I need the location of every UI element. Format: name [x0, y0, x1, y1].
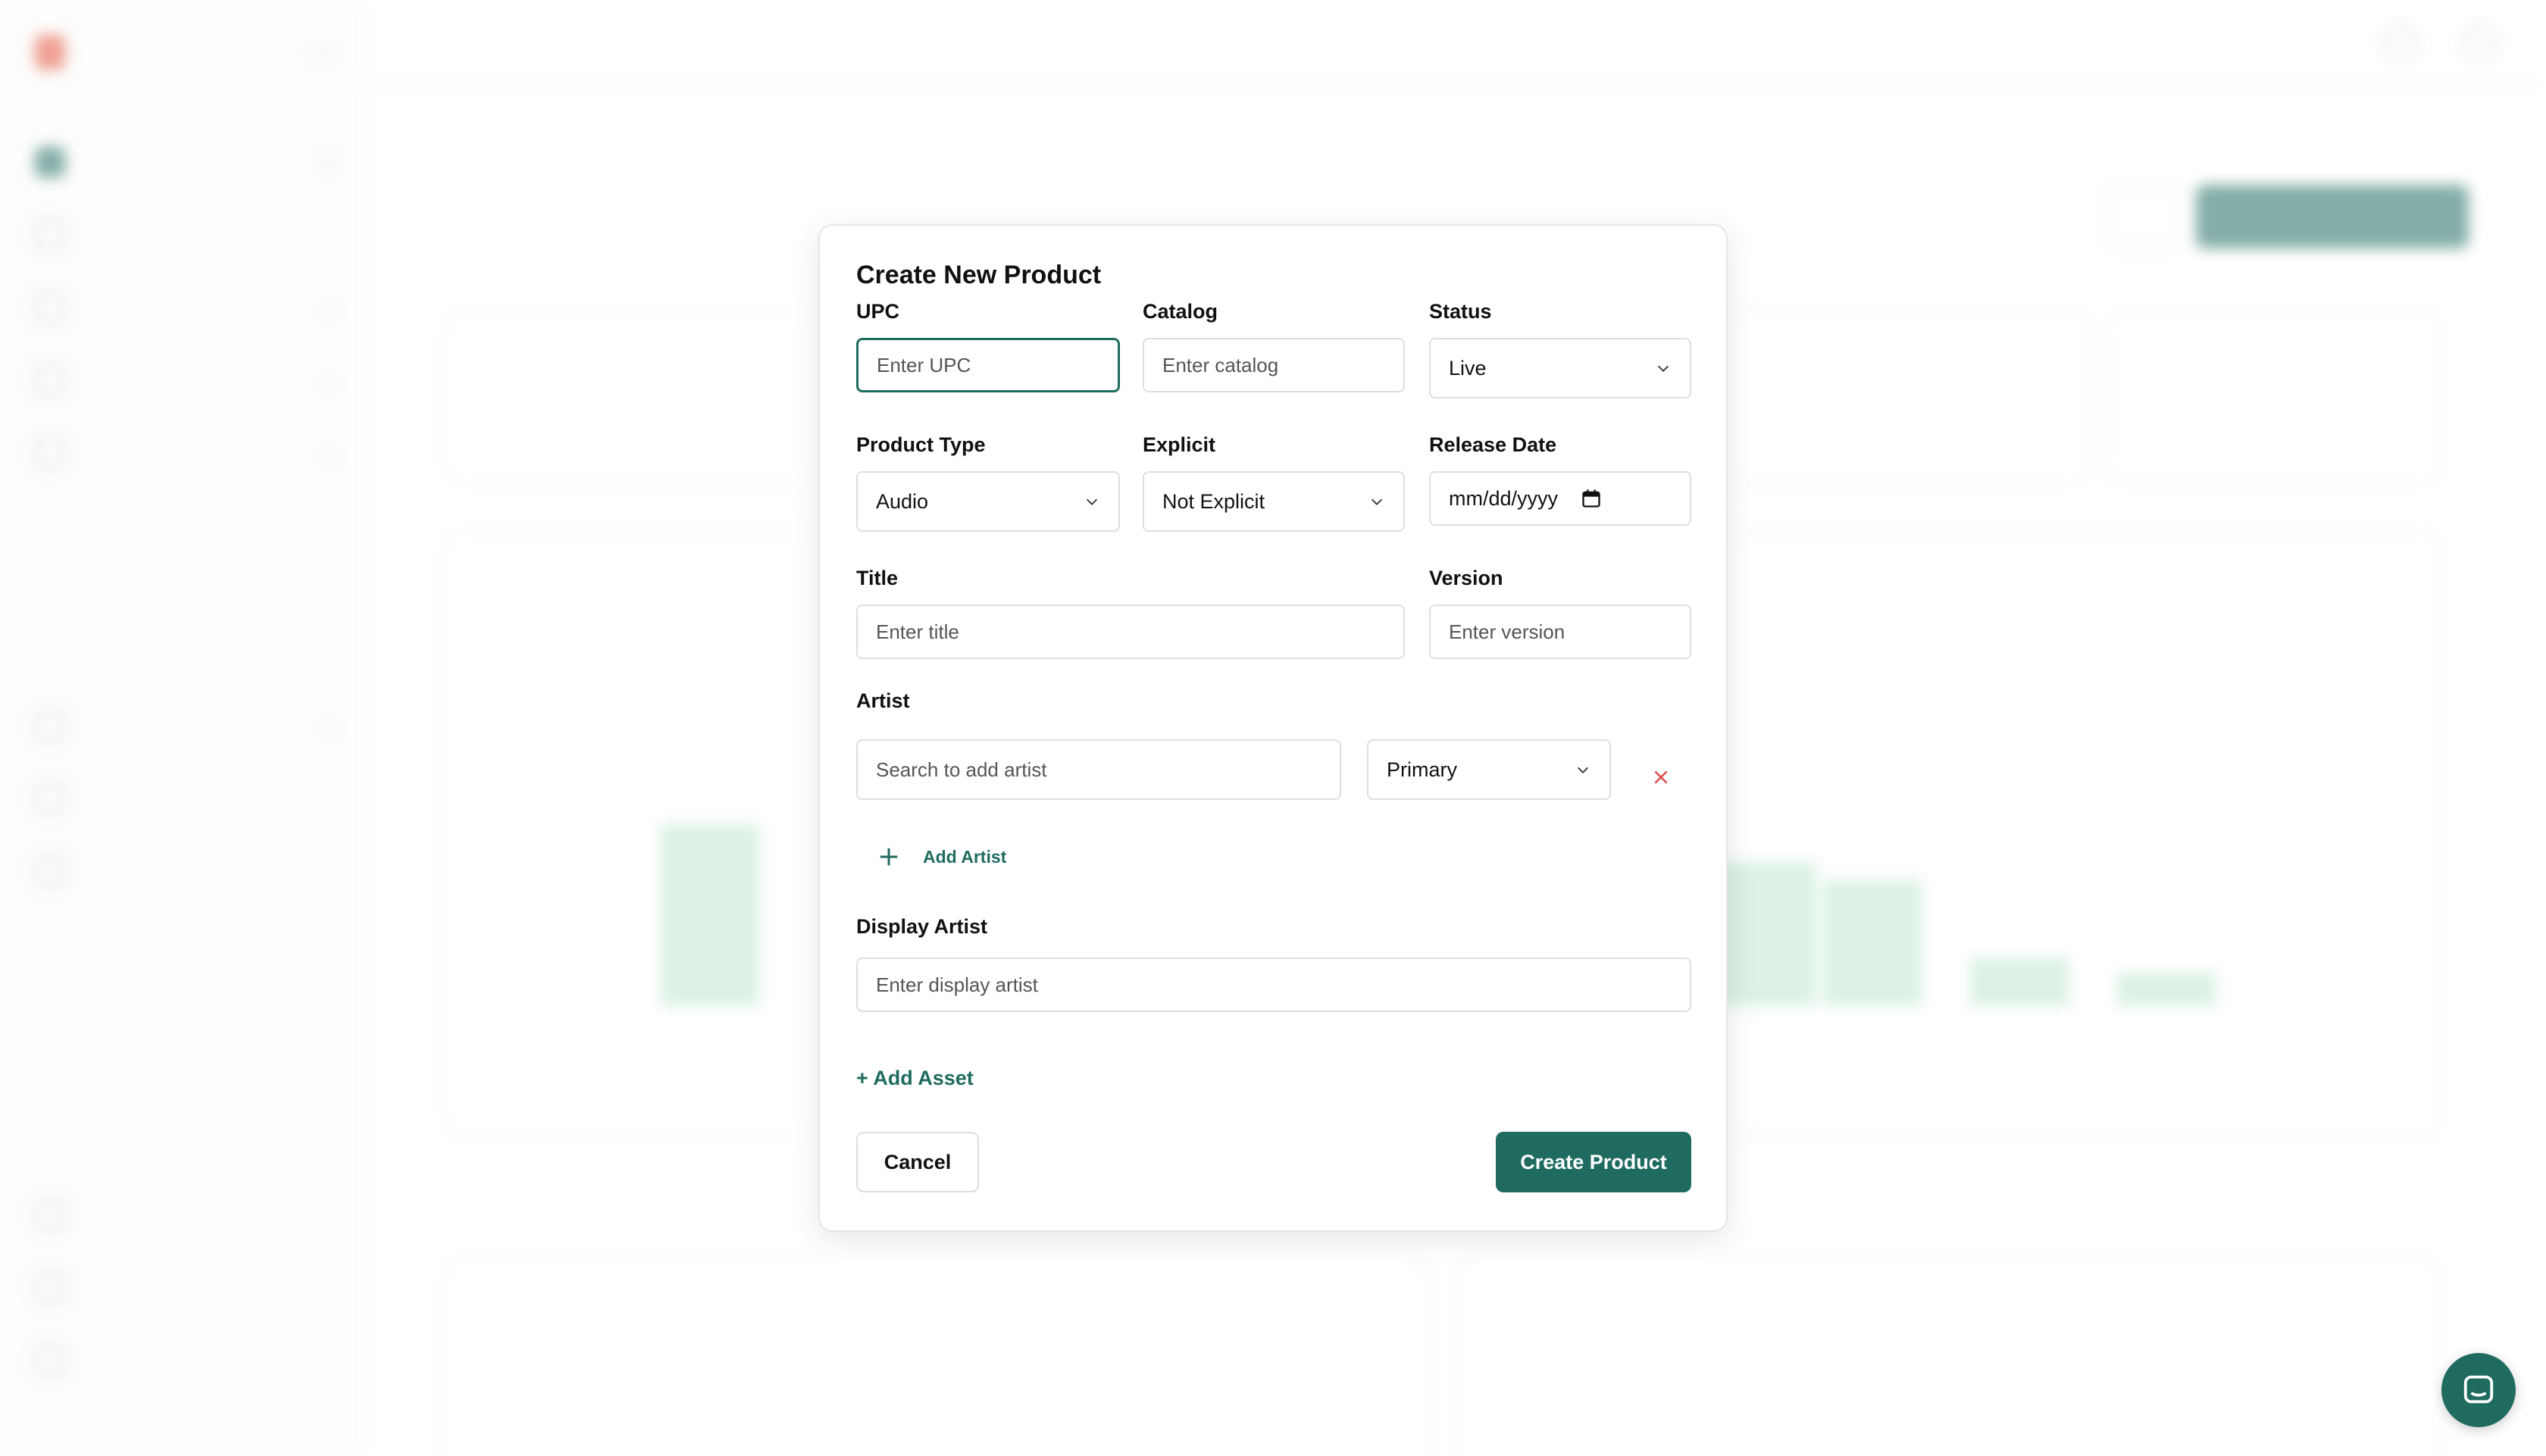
- chart-bar: [1717, 862, 1816, 1006]
- sidebar-item: [35, 835, 338, 908]
- chevron-icon: ⌄: [322, 442, 338, 464]
- artist-search-input[interactable]: [856, 739, 1341, 800]
- artist-role-select[interactable]: Primary: [1367, 739, 1611, 800]
- secondary-button: [2108, 185, 2181, 248]
- close-icon: [1654, 770, 1668, 784]
- product-type-select[interactable]: Audio: [856, 471, 1120, 532]
- artist-role-value: Primary: [1387, 758, 1457, 781]
- add-asset-link[interactable]: + Add Asset: [856, 1067, 974, 1090]
- chevron-icon: ⌄: [322, 297, 338, 318]
- sidebar-subitem: [35, 556, 338, 623]
- release-date-value: mm/dd/yyyy: [1449, 486, 1559, 510]
- nav-icon: [35, 292, 65, 323]
- sidebar-item: [35, 1179, 338, 1251]
- chevron-down-icon: [1577, 767, 1589, 773]
- catalog-input[interactable]: [1143, 338, 1405, 392]
- create-product-button[interactable]: Create Product: [1496, 1132, 1691, 1192]
- chart-bar: [1970, 958, 2069, 1006]
- sidebar-item: [35, 1324, 338, 1397]
- sidebar-nav: ⋮ ⌄ ⌄ ⌄ ⌄: [35, 126, 338, 908]
- avatar: [2463, 26, 2496, 59]
- chart-bar: [1823, 880, 1922, 1006]
- create-product-modal: Create New Product UPC Catalog Status Li…: [818, 224, 1728, 1232]
- cancel-button[interactable]: Cancel: [856, 1132, 979, 1192]
- status-label: Status: [1429, 300, 1492, 323]
- leaderboard-card: [443, 1258, 1431, 1456]
- sidebar-bottom-nav: [35, 1179, 338, 1397]
- chevron-icon: ⌄: [322, 715, 338, 736]
- nav-icon: [35, 365, 65, 395]
- upc-input[interactable]: [856, 338, 1120, 392]
- status-select[interactable]: Live: [1429, 338, 1691, 398]
- chevron-icon: ⋮: [320, 152, 338, 173]
- display-artist-input[interactable]: [856, 958, 1691, 1012]
- sidebar-item: ⌄: [35, 689, 338, 762]
- explicit-label: Explicit: [1143, 433, 1216, 456]
- plus-icon: [880, 848, 898, 866]
- stat-card: [443, 311, 821, 485]
- version-input[interactable]: [1429, 605, 1691, 659]
- leaderboard-card: [1455, 1258, 2443, 1456]
- release-date-input[interactable]: mm/dd/yyyy: [1429, 471, 1691, 526]
- chart-bar: [2117, 973, 2216, 1006]
- collapse-icon: ‹ ›: [312, 41, 331, 64]
- release-date-label: Release Date: [1429, 433, 1557, 456]
- sidebar-item: [35, 1251, 338, 1324]
- nav-icon: [35, 1345, 65, 1376]
- product-type-label: Product Type: [856, 433, 986, 456]
- display-artist-label: Display Artist: [856, 915, 988, 938]
- catalog-label: Catalog: [1143, 300, 1218, 323]
- topbar: [364, 0, 2546, 83]
- chevron-down-icon: [1086, 498, 1098, 505]
- nav-icon: [35, 1273, 65, 1303]
- stat-card: [2105, 311, 2443, 485]
- modal-title: Create New Product: [856, 261, 1102, 289]
- sidebar-item: [35, 762, 338, 835]
- nav-icon: [35, 783, 65, 814]
- chat-launcher-button[interactable]: [2441, 1353, 2516, 1427]
- stat-card: [1711, 311, 2090, 485]
- sidebar-item: ⌄: [35, 344, 338, 417]
- add-artist-button[interactable]: Add Artist: [877, 845, 1006, 868]
- status-value: Live: [1449, 356, 1487, 380]
- chevron-down-icon: [1371, 498, 1383, 505]
- version-label: Version: [1429, 567, 1503, 589]
- sidebar-subitem: [35, 623, 338, 689]
- nav-icon: [35, 856, 65, 886]
- chat-icon: [2463, 1375, 2494, 1404]
- upc-label: UPC: [856, 300, 900, 323]
- sidebar-item: ⌄: [35, 271, 338, 344]
- title-input[interactable]: [856, 605, 1405, 659]
- chevron-down-icon: [1657, 365, 1669, 372]
- nav-icon: [35, 220, 65, 250]
- sidebar-item: ⋮: [35, 126, 338, 198]
- artist-label: Artist: [856, 689, 910, 712]
- chevron-icon: ⌄: [322, 370, 338, 391]
- add-artist-label: Add Artist: [923, 846, 1007, 867]
- explicit-select[interactable]: Not Explicit: [1143, 471, 1405, 532]
- nav-icon: [35, 711, 65, 741]
- nav-icon: [35, 1200, 65, 1230]
- import-button: [2196, 185, 2469, 248]
- sidebar-subitem: [35, 489, 338, 556]
- theme-icon: [2384, 26, 2417, 59]
- nav-icon: [35, 438, 65, 468]
- product-type-value: Audio: [876, 489, 929, 513]
- chart-bar: [661, 824, 759, 1006]
- calendar-icon[interactable]: [1581, 488, 1602, 509]
- brand-logo: [35, 35, 65, 70]
- nav-icon: [35, 147, 65, 177]
- brand: [35, 35, 85, 70]
- sidebar-item: ⌄: [35, 417, 338, 489]
- sidebar-item: [35, 198, 338, 271]
- sidebar: ‹ › ⋮ ⌄ ⌄ ⌄ ⌄: [0, 0, 364, 1456]
- explicit-value: Not Explicit: [1162, 489, 1265, 513]
- remove-artist-button[interactable]: [1649, 765, 1673, 789]
- title-label: Title: [856, 567, 899, 589]
